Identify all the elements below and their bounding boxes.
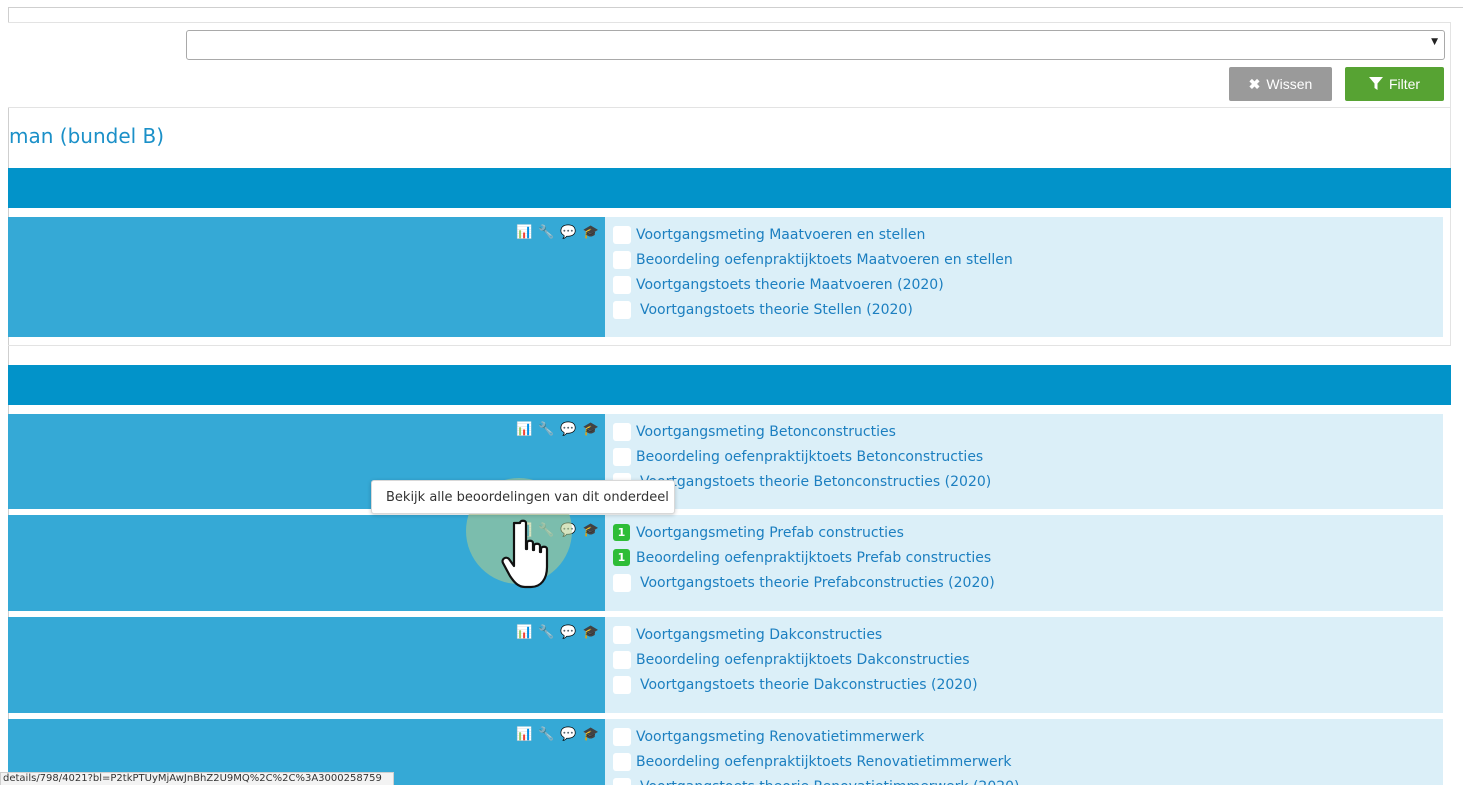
list-item: Voortgangstoets theorie Prefabconstructi… (613, 570, 995, 595)
module-items-cell: Voortgangsmeting Renovatietimmerwerk Beoo… (605, 719, 1443, 785)
list-item: Voortgangsmeting Maatvoeren en stellen (613, 222, 1013, 247)
list-item: Beoordeling oefenpraktijktoets Betoncons… (613, 444, 991, 469)
status-box (613, 727, 631, 746)
chart-icon[interactable]: 📊 (516, 728, 532, 742)
page-border (8, 7, 1463, 8)
assessment-link[interactable]: Voortgangstoets theorie Renovatietimmerw… (640, 779, 1020, 785)
assessment-link[interactable]: Voortgangsmeting Maatvoeren en stellen (636, 227, 925, 243)
comment-icon[interactable]: 💬 (560, 626, 576, 640)
list-item: Voortgangstoets theorie Dakconstructies … (613, 672, 978, 697)
filter-select[interactable]: ▼ (186, 30, 1445, 60)
module-items: Voortgangsmeting Renovatietimmerwerk Beoo… (613, 724, 1020, 785)
module-actions: 📊 🔧 💬 🎓 (516, 423, 599, 437)
list-item: Beoordeling oefenpraktijktoets Renovatie… (613, 749, 1020, 774)
module-row: 📊 🔧 💬 🎓 1Voortgangsmeting Prefab constru… (8, 515, 1443, 611)
module-row: 📊 🔧 💬 🎓 Voortgangsmeting Dakconstructies… (8, 617, 1443, 713)
hand-pointer-icon (501, 519, 549, 589)
list-item: 1 Beoordeling oefenpraktijktoets Prefab c… (613, 545, 995, 570)
module-actions: 📊 🔧 💬 🎓 (516, 728, 599, 742)
count-badge: 1 (613, 549, 630, 566)
status-box (613, 422, 631, 441)
module-row: 📊 🔧 💬 🎓 Voortgangsmeting Betonconstructi… (8, 414, 1443, 509)
filter-label: Filter (1388, 76, 1421, 92)
comment-icon[interactable]: 💬 (560, 423, 576, 437)
chart-icon[interactable]: 📊 (516, 226, 532, 240)
list-item: Voortgangsmeting Betonconstructies (613, 419, 991, 444)
status-box (613, 752, 631, 771)
list-item: Voortgangsmeting Dakconstructies (613, 622, 978, 647)
comment-icon[interactable]: 💬 (560, 728, 576, 742)
assessment-link[interactable]: Beoordeling oefenpraktijktoets Betoncons… (636, 449, 983, 465)
module-items-cell: 1 Voortgangsmeting Prefab constructies 1 Be… (605, 515, 1443, 611)
assessment-link[interactable]: Voortgangsmeting Prefab constructies (636, 525, 904, 541)
chart-icon[interactable]: 📊 (516, 626, 532, 640)
assessment-link[interactable]: Voortgangstoets theorie Dakconstructies … (640, 677, 978, 693)
filter-icon (1368, 77, 1383, 90)
wrench-icon[interactable]: 🔧 (538, 728, 554, 742)
wissen-button[interactable]: ✖ Wissen (1229, 67, 1332, 101)
chevron-down-icon: ▼ (1431, 37, 1438, 47)
list-item: Voortgangstoets theorie Renovatietimmerw… (613, 774, 1020, 785)
assessment-link[interactable]: Voortgangsmeting Dakconstructies (636, 627, 882, 643)
module-items: 1 Voortgangsmeting Prefab constructies 1 Be… (613, 520, 995, 595)
status-box (613, 625, 631, 644)
module-title-cell: 📊 🔧 💬 🎓 (8, 617, 605, 713)
status-box (613, 675, 631, 694)
filter-button[interactable]: Filter (1345, 67, 1444, 101)
module-title-cell: 📊 🔧 💬 🎓 (8, 217, 605, 337)
list-item: Voortgangstoets theorie Stellen (2020) (613, 297, 1013, 322)
graduation-cap-icon[interactable]: 🎓 (583, 226, 599, 240)
assessment-link[interactable]: Beoordeling oefenpraktijktoets Prefab co… (636, 550, 991, 566)
assessment-link[interactable]: Voortgangstoets theorie Maatvoeren (2020… (636, 277, 944, 293)
count-badge: 1 (613, 524, 630, 541)
assessment-link[interactable]: Voortgangstoets theorie Prefabconstructi… (640, 575, 995, 591)
module-items: Voortgangsmeting Maatvoeren en stellen Be… (613, 222, 1013, 322)
module-row: 📊 🔧 💬 🎓 Voortgangsmeting Maatvoeren en s… (8, 217, 1443, 337)
comment-icon[interactable]: 💬 (560, 226, 576, 240)
assessment-link[interactable]: Voortgangsmeting Betonconstructies (636, 424, 896, 440)
wrench-icon[interactable]: 🔧 (538, 226, 554, 240)
module-items-cell: Voortgangsmeting Betonconstructies Beoord… (605, 414, 1443, 509)
module-items-cell: Voortgangsmeting Maatvoeren en stellen Be… (605, 217, 1443, 337)
wrench-icon[interactable]: 🔧 (538, 423, 554, 437)
close-icon: ✖ (1248, 75, 1261, 92)
status-url: details/798/4021?bl=P2tkPTUyMjAwJnBhZ2U9… (0, 772, 394, 785)
section-header-bar (8, 168, 1451, 208)
assessment-link[interactable]: Voortgangstoets theorie Stellen (2020) (640, 302, 913, 318)
tooltip: Bekijk alle beoordelingen van dit onderd… (371, 480, 675, 514)
chart-icon[interactable]: 📊 (516, 423, 532, 437)
module-actions: 📊 🔧 💬 🎓 (516, 226, 599, 240)
graduation-cap-icon[interactable]: 🎓 (583, 728, 599, 742)
assessment-link[interactable]: Beoordeling oefenpraktijktoets Dakconstr… (636, 652, 970, 668)
status-box (613, 300, 631, 319)
status-box (613, 225, 631, 244)
graduation-cap-icon[interactable]: 🎓 (583, 423, 599, 437)
module-actions: 📊 🔧 💬 🎓 (516, 626, 599, 640)
module-items: Voortgangsmeting Dakconstructies Beoordel… (613, 622, 978, 697)
list-item: 1 Voortgangsmeting Prefab constructies (613, 520, 995, 545)
list-item: Beoordeling oefenpraktijktoets Maatvoere… (613, 247, 1013, 272)
graduation-cap-icon[interactable]: 🎓 (583, 626, 599, 640)
graduation-cap-icon[interactable]: 🎓 (583, 524, 599, 538)
status-box (613, 777, 631, 785)
status-box (613, 250, 631, 269)
status-box (613, 650, 631, 669)
status-box (613, 573, 631, 592)
assessment-link[interactable]: Voortgangstoets theorie Betonconstructie… (640, 474, 991, 490)
wrench-icon[interactable]: 🔧 (538, 626, 554, 640)
module-items-cell: Voortgangsmeting Dakconstructies Beoordel… (605, 617, 1443, 713)
assessment-link[interactable]: Beoordeling oefenpraktijktoets Maatvoere… (636, 252, 1013, 268)
status-box (613, 275, 631, 294)
section-header-bar (8, 365, 1451, 405)
list-item: Voortgangsmeting Renovatietimmerwerk (613, 724, 1020, 749)
assessment-link[interactable]: Beoordeling oefenpraktijktoets Renovatie… (636, 754, 1012, 770)
assessment-link[interactable]: Voortgangsmeting Renovatietimmerwerk (636, 729, 924, 745)
course-title[interactable]: man (bundel B) (9, 124, 164, 148)
list-item: Beoordeling oefenpraktijktoets Dakconstr… (613, 647, 978, 672)
list-item: Voortgangstoets theorie Maatvoeren (2020… (613, 272, 1013, 297)
wissen-label: Wissen (1266, 76, 1313, 92)
status-box (613, 447, 631, 466)
